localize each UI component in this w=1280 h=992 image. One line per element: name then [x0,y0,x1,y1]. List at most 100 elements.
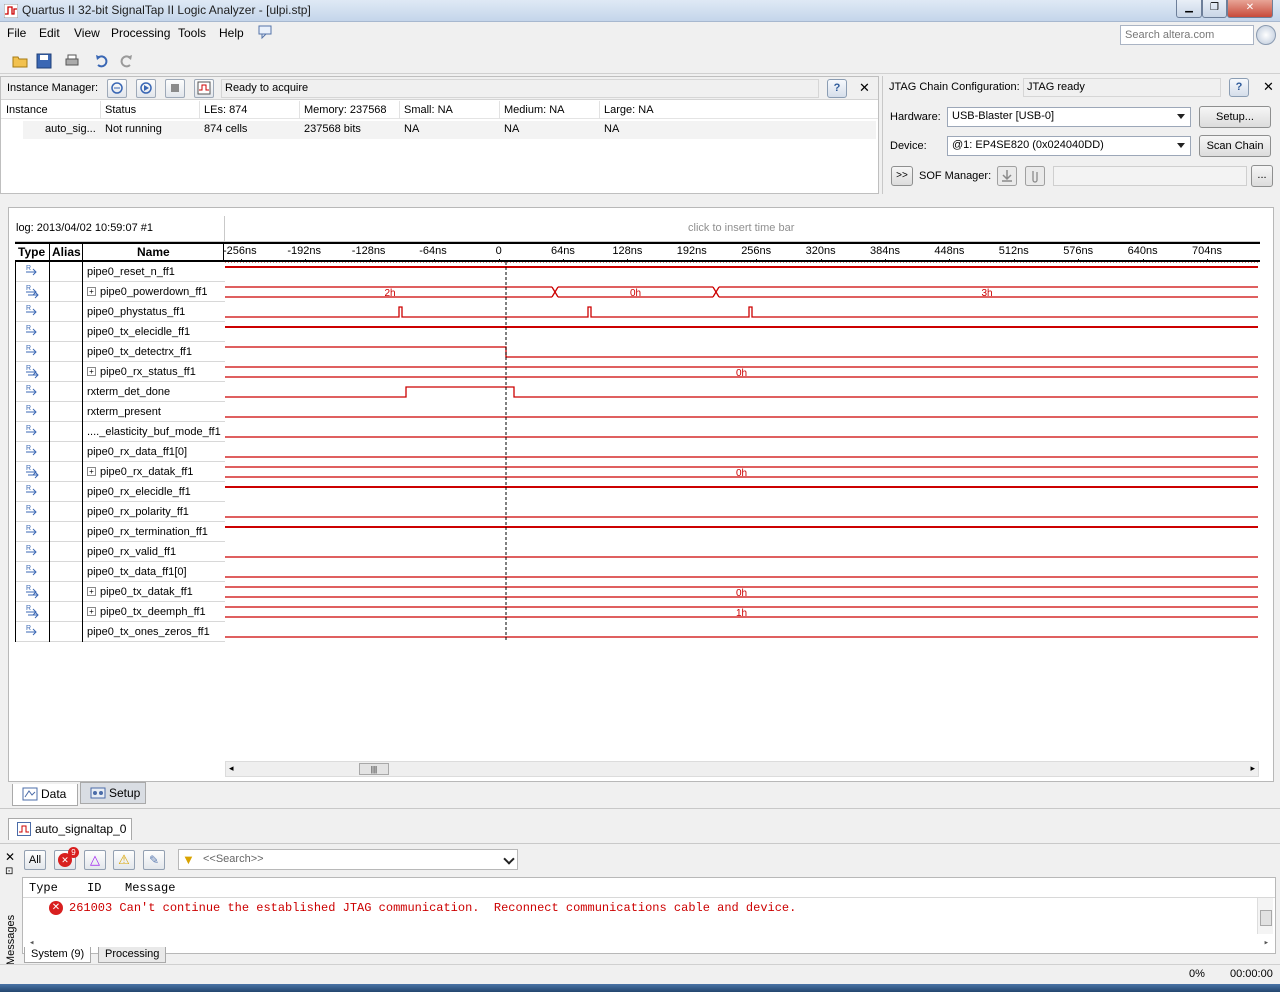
message-vertical-scrollbar[interactable] [1257,898,1273,934]
autorun-analysis-button[interactable] [107,79,127,98]
messages-pin-icon[interactable]: ⊡ [5,866,13,877]
scroll-right-icon[interactable]: ▸ [1250,763,1255,774]
hardware-select[interactable]: USB-Blaster [USB-0] [947,107,1191,127]
msg-col-type[interactable]: Type [29,881,58,895]
menu-processing[interactable]: Processing [111,26,170,40]
table-row[interactable]: R + pipe0_tx_deemph_ff1 [15,602,225,622]
table-row[interactable]: Rpipe0_tx_detectrx_ff1 [15,342,225,362]
table-row[interactable]: Rpipe0_rx_data_ff1[0] [15,442,225,462]
instance-help-button[interactable]: ? [827,79,847,98]
tab-system-messages[interactable]: System (9) [24,947,92,963]
menu-tools[interactable]: Tools [178,26,206,40]
instance-close-icon[interactable]: ✕ [859,80,870,96]
waveform-trace[interactable] [225,306,1258,318]
tab-data[interactable]: Data [12,784,78,806]
menu-edit[interactable]: Edit [39,26,60,40]
table-row[interactable]: Rpipe0_tx_elecidle_ff1 [15,322,225,342]
list-item[interactable]: 261003 Can't continue the established JT… [69,901,796,915]
tab-setup[interactable]: Setup [80,782,146,804]
waveform-trace[interactable]: 1h [225,606,1258,619]
redo-icon[interactable] [118,53,134,69]
run-analysis-button[interactable] [136,79,156,98]
waveform-trace[interactable] [225,346,1258,358]
msg-col-id[interactable]: ID [87,881,101,895]
waveform-trace[interactable] [225,386,1258,398]
table-row[interactable]: Rpipe0_rx_elecidle_ff1 [15,482,225,502]
sof-path-field[interactable] [1053,166,1247,186]
print-icon[interactable] [64,53,80,69]
col-memory[interactable]: Memory: 237568 [304,104,387,116]
col-instance[interactable]: Instance [6,104,48,116]
expand-icon[interactable]: + [87,367,96,376]
filter-all-button[interactable]: All [24,850,46,870]
insert-time-bar-area[interactable]: click to insert time bar [688,222,794,234]
menu-help[interactable]: Help [219,26,244,40]
waveform-display[interactable]: 2h 0h 3h 0h 0h 0h 1h [225,262,1260,642]
tab-instance[interactable]: auto_signaltap_0 [8,818,132,840]
menu-file[interactable]: File [7,26,26,40]
header-name[interactable]: Name [137,245,170,259]
table-row[interactable]: R + pipe0_rx_datak_ff1 [15,462,225,482]
table-row[interactable]: Rpipe0_tx_ones_zeros_ff1 [15,622,225,642]
filter-errors-button[interactable]: ✕ 9 [54,847,79,870]
filter-warnings-button[interactable]: ⚠ [113,850,135,870]
tab-processing-messages[interactable]: Processing [98,947,167,963]
waveform-trace[interactable]: 0h [225,466,1258,479]
message-search-input[interactable]: ▼ <<Search>> [178,849,518,870]
search-input[interactable]: Search altera.com [1120,25,1254,45]
filter-critical-warnings-button[interactable]: △ [84,850,106,870]
table-row[interactable]: auto_sig... Not running 874 cells 237568… [23,121,876,139]
menu-view[interactable]: View [74,26,100,40]
header-type[interactable]: Type [18,245,45,259]
stop-analysis-button[interactable] [165,79,185,98]
waveform-trace[interactable]: 0h [225,366,1258,379]
program-device-icon[interactable] [997,166,1017,186]
sof-expand-button[interactable]: >> [891,166,913,186]
minimize-button[interactable]: ▁ [1176,0,1202,18]
table-row[interactable]: Rpipe0_rx_termination_ff1 [15,522,225,542]
col-les[interactable]: LEs: 874 [204,104,247,116]
expand-icon[interactable]: + [87,467,96,476]
table-row[interactable]: Rpipe0_phystatus_ff1 [15,302,225,322]
table-row[interactable]: R ...._elasticity_buf_mode_ff1 [15,422,225,442]
comment-icon[interactable] [258,25,272,39]
setup-button[interactable]: Setup... [1199,106,1271,128]
table-row[interactable]: Rrxterm_det_done [15,382,225,402]
expand-icon[interactable]: + [87,587,96,596]
search-go-icon[interactable] [1256,25,1276,45]
col-medium[interactable]: Medium: NA [504,104,565,116]
table-row[interactable]: R + pipe0_powerdown_ff1 [15,282,225,302]
device-select[interactable]: @1: EP4SE820 (0x024040DD) [947,136,1191,156]
scan-chain-button[interactable]: Scan Chain [1199,135,1271,157]
expand-icon[interactable]: + [87,287,96,296]
table-row[interactable]: Rpipe0_rx_valid_ff1 [15,542,225,562]
col-status[interactable]: Status [105,104,136,116]
attach-icon[interactable] [1025,166,1045,186]
header-alias[interactable]: Alias [52,245,81,259]
table-row[interactable]: R + pipe0_rx_status_ff1 [15,362,225,382]
table-row[interactable]: Rpipe0_reset_n_ff1 [15,262,225,282]
sof-browse-button[interactable]: ... [1251,165,1273,187]
waveform-trace[interactable]: 2h 0h 3h [225,286,1258,299]
jtag-close-icon[interactable]: ✕ [1263,79,1274,95]
close-button[interactable]: ✕ [1227,0,1273,18]
messages-close-icon[interactable]: ✕ [5,850,15,864]
expand-icon[interactable]: + [87,607,96,616]
table-row[interactable]: Rpipe0_rx_polarity_ff1 [15,502,225,522]
col-small[interactable]: Small: NA [404,104,453,116]
scroll-left-icon[interactable]: ◂ [229,763,234,774]
filter-suppressed-button[interactable]: ✎ [143,850,165,870]
scroll-thumb[interactable]: ||| [359,763,389,775]
read-data-button[interactable] [194,79,214,98]
scroll-thumb[interactable] [1260,910,1272,926]
undo-icon[interactable] [94,53,110,69]
jtag-help-button[interactable]: ? [1229,78,1249,97]
waveform-trace[interactable]: 0h [225,586,1258,599]
table-row[interactable]: R + pipe0_tx_datak_ff1 [15,582,225,602]
save-icon[interactable] [36,53,52,69]
table-row[interactable]: Rpipe0_tx_data_ff1[0] [15,562,225,582]
col-large[interactable]: Large: NA [604,104,654,116]
table-row[interactable]: Rrxterm_present [15,402,225,422]
horizontal-scrollbar[interactable]: ◂ ||| ▸ [225,761,1259,777]
open-folder-icon[interactable] [12,53,28,69]
